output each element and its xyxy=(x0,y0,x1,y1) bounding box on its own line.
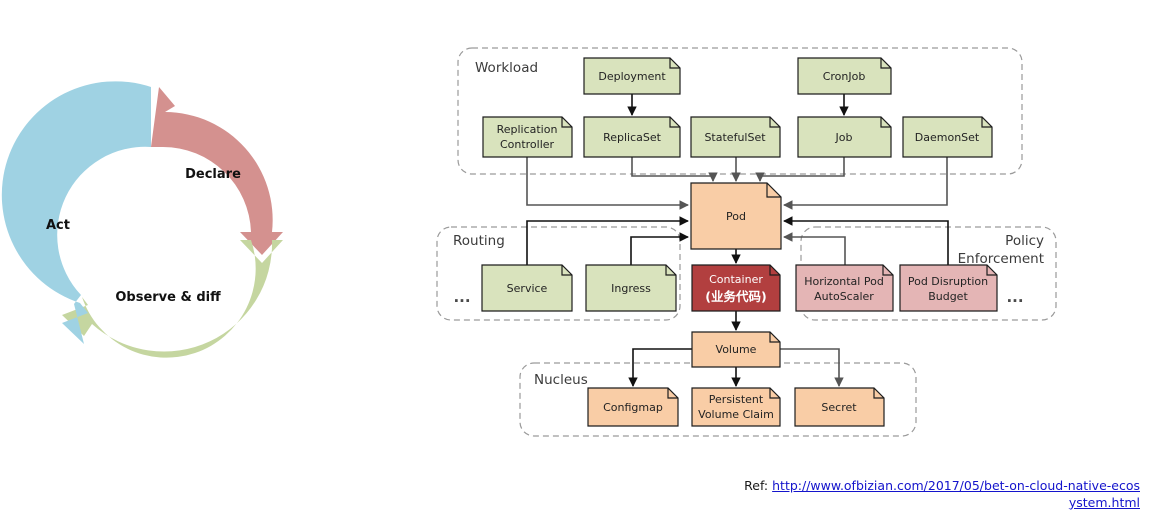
group-label-workload: Workload xyxy=(475,60,538,76)
node-label-replication-controller-line1: Replication xyxy=(497,123,558,136)
node-secret[interactable]: Secret xyxy=(794,387,885,427)
node-container[interactable]: Container (业务代码) xyxy=(691,264,781,312)
node-job[interactable]: Job xyxy=(797,116,892,158)
node-label-volume: Volume xyxy=(716,343,757,356)
node-label-persistent-volume-claim-line2: Volume Claim xyxy=(698,408,774,421)
node-label-container-line1: Container xyxy=(709,273,763,286)
node-label-secret: Secret xyxy=(821,401,857,414)
node-label-statefulset: StatefulSet xyxy=(704,131,766,144)
cycle-label-declare: Declare xyxy=(185,167,241,182)
group-label-policy-enforcement-line1: Policy xyxy=(1005,233,1044,249)
cycle-label-act: Act xyxy=(46,218,70,233)
diagram-nodes: Deployment CronJob Replication Controlle… xyxy=(481,57,998,427)
node-label-daemonset: DaemonSet xyxy=(915,131,980,144)
group-label-routing: Routing xyxy=(453,233,505,249)
reference-prefix: Ref: xyxy=(744,478,769,493)
node-volume[interactable]: Volume xyxy=(691,331,781,368)
node-pod-disruption-budget[interactable]: Pod Disruption Budget xyxy=(899,264,998,312)
node-replication-controller[interactable]: Replication Controller xyxy=(482,116,573,158)
edge-daemonset-pod xyxy=(783,157,948,210)
reference-link[interactable]: http://www.ofbizian.com/2017/05/bet-on-c… xyxy=(772,478,1140,510)
node-deployment[interactable]: Deployment xyxy=(583,57,681,95)
node-label-service: Service xyxy=(507,282,548,295)
node-service[interactable]: Service xyxy=(481,264,573,312)
edge-volume-secret xyxy=(780,348,844,387)
node-pod[interactable]: Pod xyxy=(690,182,782,250)
node-label-pod: Pod xyxy=(726,210,746,223)
node-replicaset[interactable]: ReplicaSet xyxy=(583,116,681,158)
node-label-configmap: Configmap xyxy=(603,401,663,414)
routing-more-ellipsis: ... xyxy=(453,288,470,306)
node-label-pod-disruption-budget-line2: Budget xyxy=(928,290,968,303)
node-label-job: Job xyxy=(835,131,853,144)
node-label-cronjob: CronJob xyxy=(823,70,866,83)
node-configmap[interactable]: Configmap xyxy=(587,387,679,427)
reconciliation-cycle: Declare Observe & diff Act xyxy=(1,81,283,358)
reference-line: Ref: http://www.ofbizian.com/2017/05/bet… xyxy=(740,478,1140,512)
node-label-pod-disruption-budget-line1: Pod Disruption xyxy=(908,275,988,288)
edge-replication-controller-pod xyxy=(526,157,689,210)
node-ingress[interactable]: Ingress xyxy=(585,264,677,312)
node-horizontal-pod-autoscaler[interactable]: Horizontal Pod AutoScaler xyxy=(795,264,894,312)
edge-job-pod xyxy=(755,157,845,182)
policy-more-ellipsis: ... xyxy=(1006,288,1023,306)
node-daemonset[interactable]: DaemonSet xyxy=(902,116,993,158)
node-cronjob[interactable]: CronJob xyxy=(797,57,892,95)
group-label-nucleus: Nucleus xyxy=(534,372,588,388)
edge-ingress-pod xyxy=(630,232,689,265)
node-label-ingress: Ingress xyxy=(611,282,651,295)
node-statefulset[interactable]: StatefulSet xyxy=(690,116,781,158)
node-label-persistent-volume-claim-line1: Persistent xyxy=(709,393,764,406)
node-persistent-volume-claim[interactable]: Persistent Volume Claim xyxy=(691,387,781,427)
node-label-replication-controller-line2: Controller xyxy=(500,138,555,151)
node-label-replicaset: ReplicaSet xyxy=(603,131,662,144)
edge-volume-configmap xyxy=(628,348,692,387)
cycle-label-observe: Observe & diff xyxy=(115,290,221,305)
node-label-container-line2: (业务代码) xyxy=(705,289,766,304)
node-label-deployment: Deployment xyxy=(598,70,666,83)
node-label-horizontal-pod-autoscaler-line2: AutoScaler xyxy=(814,290,874,303)
edge-horizontal-pod-autoscaler-pod xyxy=(783,232,846,265)
node-label-horizontal-pod-autoscaler-line1: Horizontal Pod xyxy=(804,275,884,288)
diagram-root: Declare Observe & diff Act Workload Rout… xyxy=(0,0,1151,519)
edge-replicaset-pod xyxy=(631,157,718,182)
diagram-canvas: Declare Observe & diff Act Workload Rout… xyxy=(1,47,1057,437)
